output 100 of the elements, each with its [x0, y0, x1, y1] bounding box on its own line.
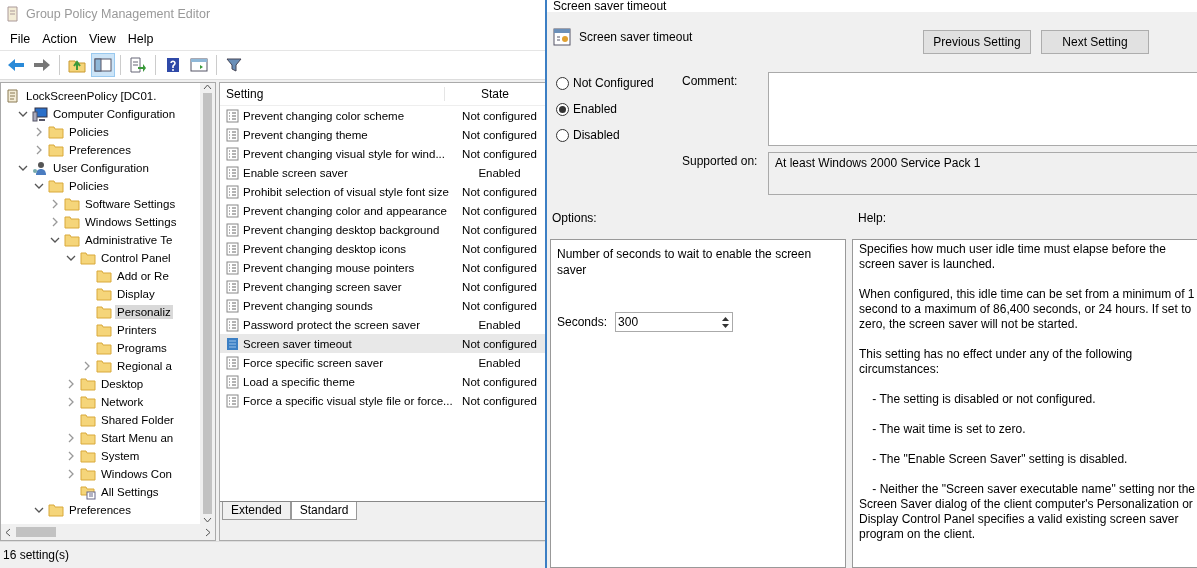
- folder-icon: [48, 125, 64, 139]
- chevron-right-icon[interactable]: [82, 361, 92, 371]
- setting-state: Not configured: [461, 242, 538, 255]
- chevron-down-icon[interactable]: [34, 181, 44, 191]
- policy-icon: [226, 146, 239, 161]
- folder-icon: [96, 287, 112, 301]
- tree-item[interactable]: Policies: [67, 125, 111, 139]
- help-label: Help:: [858, 211, 886, 227]
- setting-row[interactable]: Prevent changing color and appearance Not configured: [220, 201, 545, 220]
- tree-pane-icon[interactable]: [91, 53, 115, 77]
- vertical-scrollbar[interactable]: [200, 83, 215, 524]
- nav-button[interactable]: Previous Setting: [923, 30, 1031, 54]
- tree-item[interactable]: Regional a: [115, 359, 174, 373]
- setting-row[interactable]: Force a specific visual style file or force... Not configured: [220, 391, 545, 410]
- tree-item[interactable]: System: [99, 449, 142, 463]
- tree-item[interactable]: LockScreenPolicy [DC01.: [24, 89, 159, 103]
- chevron-right-icon[interactable]: [66, 451, 76, 461]
- setting-row[interactable]: Prevent changing desktop background Not configured: [220, 220, 545, 239]
- tree-item[interactable]: Computer Configuration: [51, 107, 178, 121]
- tree-item[interactable]: Software Settings: [83, 197, 178, 211]
- setting-row[interactable]: Prevent changing screen saver Not configured: [220, 277, 545, 296]
- setting-row[interactable]: Prevent changing color scheme Not configured: [220, 106, 545, 125]
- setting-row[interactable]: Prevent changing desktop icons Not configured: [220, 239, 545, 258]
- setting-row[interactable]: Enable screen saver Enabled: [220, 163, 545, 182]
- chevron-right-icon[interactable]: [66, 379, 76, 389]
- chevron-right-icon[interactable]: [66, 469, 76, 479]
- tree-item[interactable]: Shared Folder: [99, 413, 176, 427]
- setting-row[interactable]: Force specific screen saver Enabled: [220, 353, 545, 372]
- column-header[interactable]: Setting: [220, 87, 445, 101]
- setting-row[interactable]: Prevent changing mouse pointers Not configured: [220, 258, 545, 277]
- tree-item[interactable]: Network: [99, 395, 146, 409]
- chevron-down-icon[interactable]: [50, 235, 60, 245]
- tree-item[interactable]: Windows Con: [99, 467, 174, 481]
- view-tab[interactable]: Extended: [222, 502, 291, 520]
- chevron-right-icon[interactable]: [66, 397, 76, 407]
- help-paragraph: When configured, this idle time can be set from a minimum of 1 second to a maximum of 86,400 seconds, or 24 hours. If set to zero, the screen saver will not be started.: [859, 287, 1196, 332]
- chevron-right-icon[interactable]: [50, 199, 60, 209]
- tree-item[interactable]: Administrative Te: [83, 233, 175, 247]
- tree-item[interactable]: Printers: [115, 323, 159, 337]
- seconds-spin-field[interactable]: 300: [615, 312, 734, 332]
- chevron-right-icon[interactable]: [50, 217, 60, 227]
- radio-option[interactable]: Not Configured: [556, 76, 682, 90]
- spin-down-icon[interactable]: [721, 322, 731, 329]
- tree-item[interactable]: Control Panel: [99, 251, 173, 265]
- setting-row[interactable]: Prevent changing sounds Not configured: [220, 296, 545, 315]
- chevron-right-icon[interactable]: [34, 145, 44, 155]
- scroll-down-icon[interactable]: [203, 516, 212, 524]
- radio-icon[interactable]: [556, 102, 569, 116]
- chevron-down-icon[interactable]: [34, 505, 44, 515]
- scroll-thumb[interactable]: [203, 93, 212, 514]
- chevron-down-icon[interactable]: [66, 253, 76, 263]
- scroll-left-icon[interactable]: [4, 527, 12, 537]
- setting-name: Prevent changing color scheme: [243, 109, 405, 122]
- setting-row[interactable]: Prevent changing visual style for wind... Not configured: [220, 144, 545, 163]
- comment-field[interactable]: [768, 72, 1197, 146]
- policy-icon: [226, 317, 239, 332]
- nav-button[interactable]: Next Setting: [1041, 30, 1149, 54]
- menu-item[interactable]: File: [4, 30, 37, 48]
- tree-item[interactable]: Windows Settings: [83, 215, 179, 229]
- tree-item[interactable]: Add or Re: [115, 269, 171, 283]
- setting-name: Prevent changing color and appearance: [243, 204, 447, 217]
- help-paragraph: This setting has no effect under any of the following circumstances:: [859, 347, 1134, 377]
- tree-item[interactable]: Personaliz: [115, 305, 173, 319]
- setting-row[interactable]: Screen saver timeout Not configured: [220, 334, 545, 353]
- tree-item[interactable]: Policies: [67, 179, 111, 193]
- horizontal-scrollbar[interactable]: [1, 524, 215, 540]
- setting-row[interactable]: Password protect the screen saver Enabled: [220, 315, 545, 334]
- dialog-title: Screen saver timeout: [553, 0, 667, 12]
- radio-option[interactable]: Disabled: [556, 128, 682, 142]
- tree-item[interactable]: Start Menu an: [99, 431, 176, 445]
- seconds-label: Seconds:: [557, 314, 608, 330]
- radio-option[interactable]: Enabled: [556, 102, 682, 116]
- tree-item[interactable]: Preferences: [67, 143, 133, 157]
- radio-icon[interactable]: [556, 128, 569, 142]
- menu-item[interactable]: Help: [121, 30, 160, 48]
- column-header[interactable]: State: [445, 87, 545, 101]
- chevron-down-icon[interactable]: [18, 109, 28, 119]
- setting-row[interactable]: Prohibit selection of visual style font size Not configured: [220, 182, 545, 201]
- view-tab[interactable]: Standard: [290, 502, 358, 520]
- setting-state: Not configured: [461, 394, 538, 407]
- setting-state: Not configured: [461, 147, 538, 160]
- chevron-right-icon[interactable]: [34, 127, 44, 137]
- tree-item[interactable]: All Settings: [99, 485, 161, 499]
- chevron-right-icon[interactable]: [66, 433, 76, 443]
- setting-row[interactable]: Prevent changing theme Not configured: [220, 125, 545, 144]
- chevron-down-icon[interactable]: [18, 163, 28, 173]
- settings-folder-icon: [80, 484, 96, 500]
- radio-icon[interactable]: [556, 76, 569, 90]
- scroll-up-icon[interactable]: [203, 83, 212, 91]
- scroll-right-icon[interactable]: [204, 527, 212, 537]
- menu-item[interactable]: View: [82, 30, 122, 48]
- tree-item[interactable]: Programs: [115, 341, 169, 355]
- tree-item[interactable]: User Configuration: [51, 161, 151, 175]
- tree-item[interactable]: Display: [115, 287, 157, 301]
- scroll-thumb[interactable]: [16, 527, 56, 537]
- tree-item[interactable]: Desktop: [99, 377, 146, 391]
- menu-item[interactable]: Action: [36, 30, 83, 48]
- spin-up-icon[interactable]: [721, 315, 731, 322]
- setting-row[interactable]: Load a specific theme Not configured: [220, 372, 545, 391]
- tree-item[interactable]: Preferences: [67, 503, 133, 517]
